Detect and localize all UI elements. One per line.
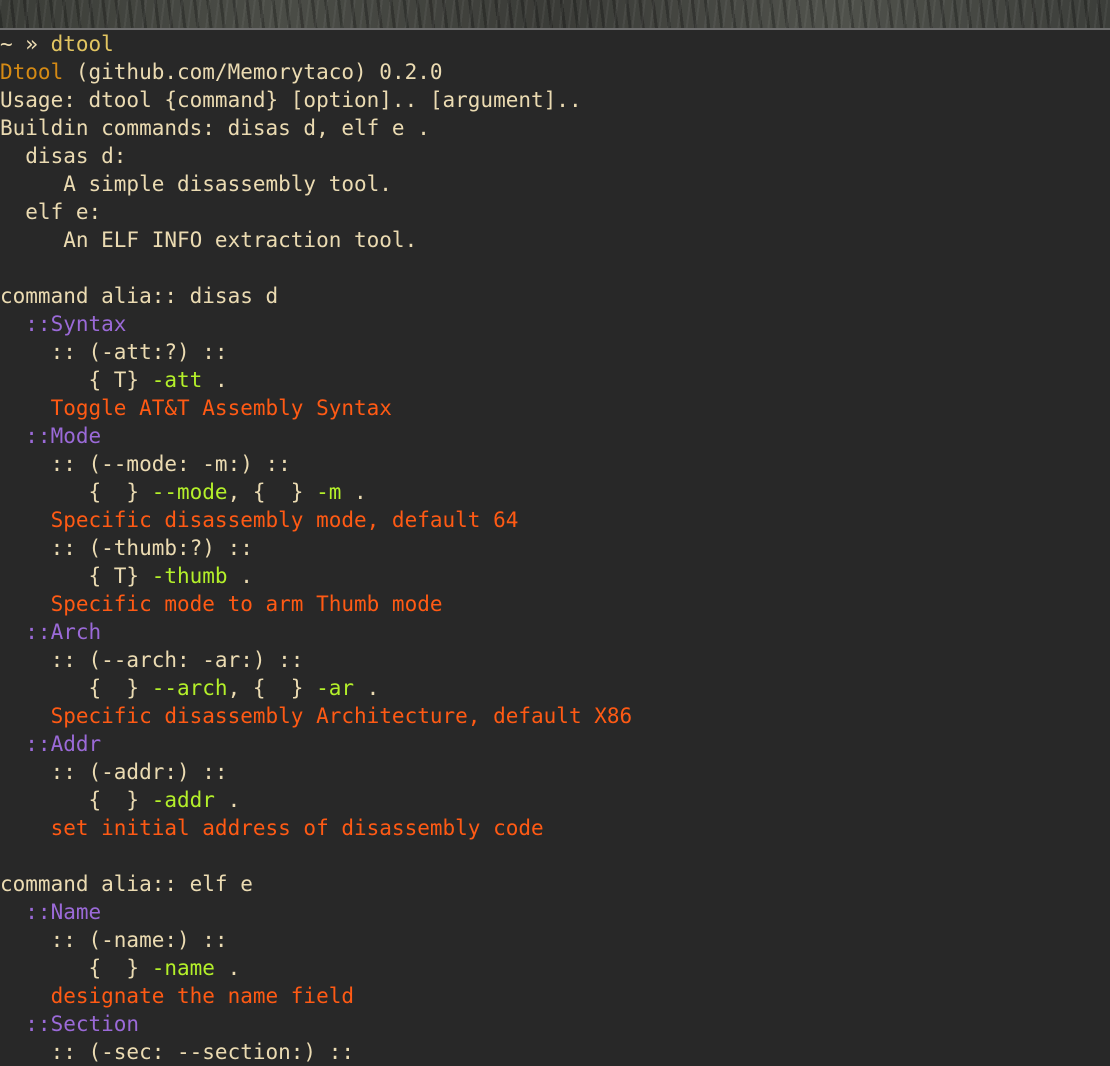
terminal-text-segment: ::Mode	[0, 424, 102, 448]
terminal-text-segment: set initial address of disassembly code	[0, 816, 544, 840]
terminal-text-segment: :: (-thumb:?) ::	[0, 536, 253, 560]
terminal-line: An ELF INFO extraction tool.	[0, 226, 1110, 254]
terminal-line: designate the name field	[0, 982, 1110, 1010]
terminal-text-segment: ::Syntax	[0, 312, 127, 336]
terminal-line: { } --mode, { } -m .	[0, 478, 1110, 506]
terminal-text-segment: { }	[0, 676, 152, 700]
terminal-line: Toggle AT&T Assembly Syntax	[0, 394, 1110, 422]
terminal-line: :: (-thumb:?) ::	[0, 534, 1110, 562]
terminal-text-segment: -m	[316, 480, 342, 504]
terminal-text-segment: { }	[0, 956, 152, 980]
terminal-line: { } -name .	[0, 954, 1110, 982]
terminal-text-segment: elf e:	[0, 200, 102, 224]
terminal-text-segment: ::Section	[0, 1012, 140, 1036]
terminal-text-segment: command alia:: elf e	[0, 872, 253, 896]
terminal-line: :: (-name:) ::	[0, 926, 1110, 954]
terminal-line: Dtool (github.com/Memorytaco) 0.2.0	[0, 58, 1110, 86]
terminal-line: set initial address of disassembly code	[0, 814, 1110, 842]
terminal-text-segment: disas d:	[0, 144, 127, 168]
terminal-text-segment: :: (--mode: -m:) ::	[0, 452, 291, 476]
terminal-line: ~ » dtool	[0, 30, 1110, 58]
terminal-text-segment: :: (--arch: -ar:) ::	[0, 648, 304, 672]
terminal-text-segment: { }	[0, 788, 152, 812]
terminal-line: :: (--arch: -ar:) ::	[0, 646, 1110, 674]
terminal-line: ::Syntax	[0, 310, 1110, 338]
terminal-text-segment: (github.com/Memorytaco) 0.2.0	[63, 60, 443, 84]
terminal-text-segment: .	[227, 564, 253, 588]
terminal-text-segment: ~ »	[0, 32, 51, 56]
terminal-text-segment: .	[341, 480, 367, 504]
terminal-text-segment: .	[214, 788, 241, 812]
terminal-line: command alia:: disas d	[0, 282, 1110, 310]
terminal-text-segment: --arch	[151, 676, 228, 700]
terminal-text-segment: , { }	[227, 480, 317, 504]
terminal-line: disas d:	[0, 142, 1110, 170]
terminal-text-segment: -ar	[316, 676, 355, 700]
terminal-text-segment: ::Name	[0, 900, 102, 924]
terminal-text-segment: { T}	[0, 564, 152, 588]
terminal-line: Specific disassembly Architecture, defau…	[0, 702, 1110, 730]
terminal-line: { } -addr .	[0, 786, 1110, 814]
terminal-window[interactable]: ~ » dtool Dtool (github.com/Memorytaco) 0…	[0, 30, 1110, 1066]
terminal-line: ::Section	[0, 1010, 1110, 1038]
terminal-line: Usage: dtool {command} [option].. [argum…	[0, 86, 1110, 114]
terminal-text-segment: An ELF INFO extraction tool.	[0, 228, 418, 252]
terminal-line: ::Arch	[0, 618, 1110, 646]
terminal-line: Buildin commands: disas d, elf e .	[0, 114, 1110, 142]
terminal-text-segment: ::Addr	[0, 732, 102, 756]
terminal-text-segment: designate the name field	[0, 984, 355, 1008]
terminal-text-segment: -addr	[151, 788, 215, 812]
terminal-line: Specific mode to arm Thumb mode	[0, 590, 1110, 618]
terminal-text-segment: :: (-sec: --section:) ::	[0, 1040, 355, 1064]
terminal-line: :: (-sec: --section:) ::	[0, 1038, 1110, 1066]
terminal-line: :: (-att:?) ::	[0, 338, 1110, 366]
terminal-line: ::Mode	[0, 422, 1110, 450]
terminal-line: { T} -att .	[0, 366, 1110, 394]
terminal-text-segment: { }	[0, 480, 152, 504]
terminal-text-segment: .	[214, 956, 241, 980]
terminal-text-segment: -thumb	[151, 564, 228, 588]
terminal-text-segment: Specific mode to arm Thumb mode	[0, 592, 443, 616]
desktop-wallpaper-strip	[0, 0, 1110, 28]
terminal-line: { } --arch, { } -ar .	[0, 674, 1110, 702]
terminal-line: { T} -thumb .	[0, 562, 1110, 590]
terminal-text-segment: command alia:: disas d	[0, 284, 279, 308]
terminal-line: :: (--mode: -m:) ::	[0, 450, 1110, 478]
terminal-line: ::Addr	[0, 730, 1110, 758]
terminal-text-segment: -att	[151, 368, 203, 392]
terminal-text-segment: { T}	[0, 368, 152, 392]
terminal-text-segment: .	[202, 368, 228, 392]
terminal-text-segment: ::Arch	[0, 620, 102, 644]
terminal-text-segment: dtool	[50, 32, 114, 56]
terminal-line: :: (-addr:) ::	[0, 758, 1110, 786]
terminal-text-segment: Specific disassembly Architecture, defau…	[0, 704, 633, 728]
terminal-text-segment: A simple disassembly tool.	[0, 172, 392, 196]
terminal-text-segment: --mode	[151, 480, 228, 504]
terminal-text-segment: :: (-att:?) ::	[0, 340, 228, 364]
terminal-text-segment: Toggle AT&T Assembly Syntax	[0, 396, 392, 420]
terminal-line: ::Name	[0, 898, 1110, 926]
terminal-line: A simple disassembly tool.	[0, 170, 1110, 198]
terminal-text-segment: :: (-addr:) ::	[0, 760, 228, 784]
terminal-text-segment: -name	[151, 956, 215, 980]
terminal-text-segment: Buildin commands: disas d, elf e .	[0, 116, 430, 140]
terminal-line: elf e:	[0, 198, 1110, 226]
terminal-text-segment: :: (-name:) ::	[0, 928, 228, 952]
terminal-text-segment: .	[354, 676, 380, 700]
terminal-line: command alia:: elf e	[0, 870, 1110, 898]
terminal-text-segment: Specific disassembly mode, default 64	[0, 508, 519, 532]
terminal-text-segment: Usage: dtool {command} [option].. [argum…	[0, 88, 582, 112]
terminal-text-segment: Dtool	[0, 60, 64, 84]
terminal-line: Specific disassembly mode, default 64	[0, 506, 1110, 534]
terminal-text-segment: , { }	[227, 676, 317, 700]
